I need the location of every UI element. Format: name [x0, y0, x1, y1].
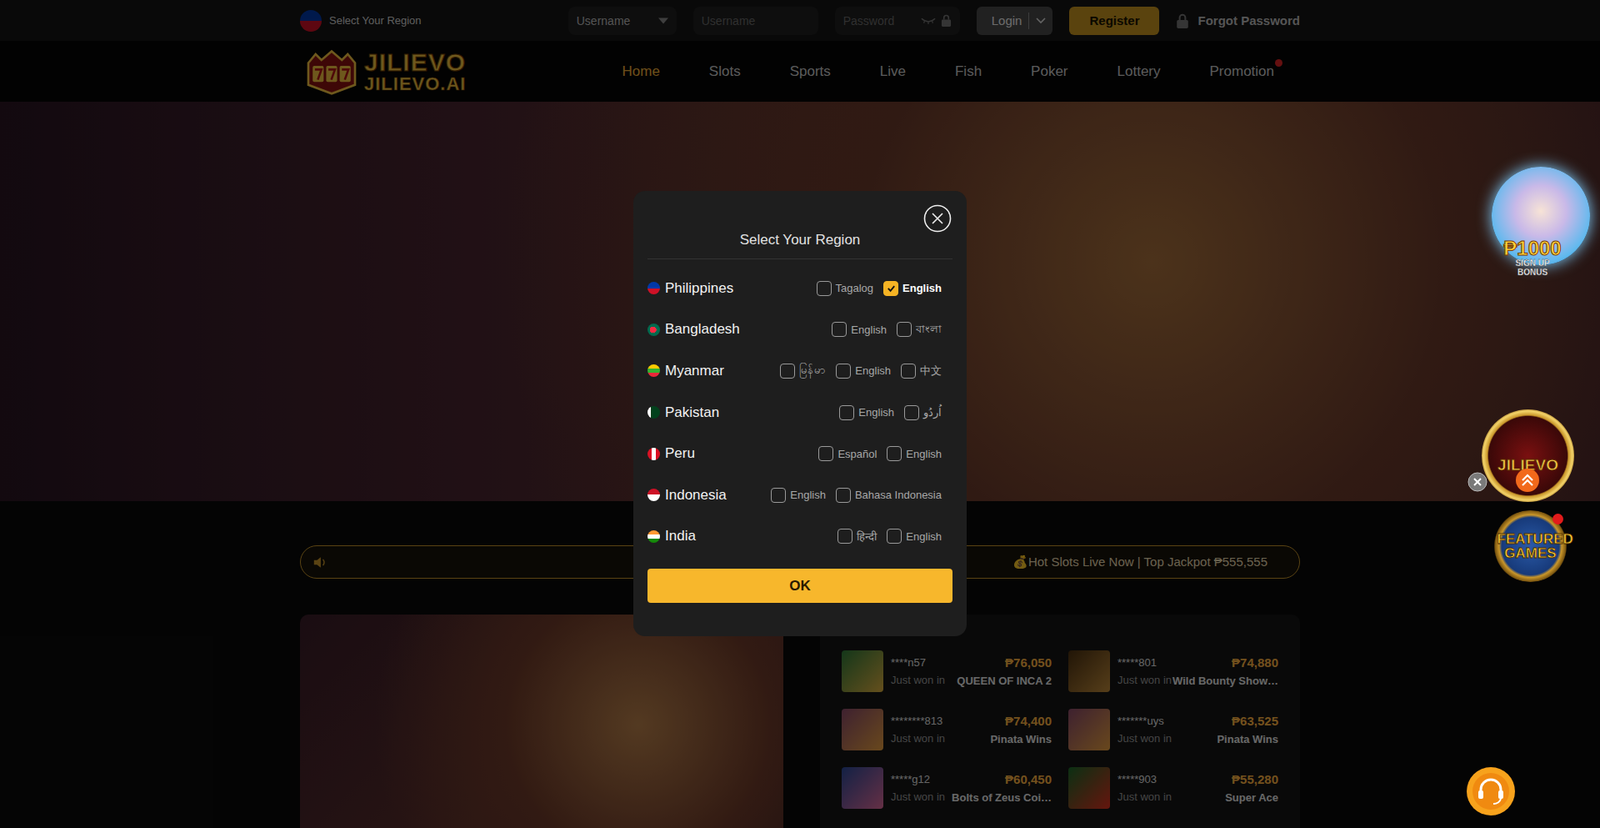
language-option[interactable]: မြန်မာ — [780, 362, 826, 379]
language-label: Bahasa Indonesia — [855, 488, 942, 501]
region-row: Indonesia English Bahasa Indonesia — [633, 474, 967, 516]
language-option[interactable]: বাংলা — [896, 320, 942, 339]
language-option[interactable]: English — [883, 280, 942, 296]
country-flag-icon — [647, 447, 660, 460]
language-checkbox[interactable] — [896, 321, 912, 337]
country-name: Indonesia — [665, 486, 727, 504]
language-checkbox[interactable] — [818, 445, 834, 461]
region-country: Peru — [647, 445, 695, 462]
language-label: বাংলা — [915, 320, 942, 339]
country-flag-icon — [647, 323, 660, 336]
region-country: Myanmar — [647, 362, 725, 380]
language-checkbox[interactable] — [883, 280, 899, 296]
notification-dot — [1552, 513, 1564, 525]
region-row: Bangladesh English বাংলা — [633, 309, 967, 351]
country-flag-icon — [647, 405, 660, 419]
language-checkbox[interactable] — [900, 363, 916, 379]
language-label: English — [905, 447, 942, 460]
scroll-up-arrow-icon[interactable] — [1515, 467, 1540, 493]
ok-button[interactable]: OK — [647, 568, 953, 603]
language-option[interactable]: 中文 — [900, 363, 942, 379]
country-flag-icon — [647, 364, 660, 377]
bonus-amount: ₱1000 — [1503, 238, 1561, 259]
language-option[interactable]: English — [886, 445, 942, 461]
region-row: India हिन्दी English — [633, 515, 967, 558]
customer-support-headset-icon[interactable] — [1465, 765, 1516, 816]
language-label: English — [902, 281, 942, 295]
language-label: English — [790, 488, 826, 501]
language-option[interactable]: Español — [818, 445, 877, 461]
region-row: Philippines Tagalog English — [633, 267, 967, 310]
close-floating-icon[interactable] — [1467, 471, 1488, 492]
language-option[interactable]: English — [831, 321, 887, 337]
country-name: Philippines — [665, 280, 734, 297]
country-name: Bangladesh — [665, 320, 740, 338]
language-checkbox[interactable] — [886, 528, 902, 544]
language-label: Español — [837, 447, 877, 460]
close-icon[interactable] — [923, 204, 952, 233]
language-option[interactable]: اُردُو — [904, 405, 942, 420]
language-option[interactable]: Tagalog — [816, 280, 875, 296]
check-icon — [885, 282, 897, 294]
country-name: Myanmar — [665, 362, 725, 380]
language-label: English — [850, 323, 887, 336]
region-row: Myanmar မြန်မာ English 中文 — [633, 350, 967, 392]
language-checkbox[interactable] — [816, 280, 832, 296]
language-label: English — [858, 405, 895, 419]
language-checkbox[interactable] — [839, 405, 855, 420]
language-option[interactable]: English — [886, 528, 942, 544]
language-options: Tagalog English — [816, 280, 943, 296]
country-flag-icon — [647, 488, 660, 501]
language-options: English اُردُو — [839, 405, 942, 420]
region-country: Philippines — [647, 280, 734, 297]
country-name: Peru — [665, 445, 695, 462]
language-options: Español English — [818, 445, 942, 461]
language-option[interactable]: हिन्दी — [837, 528, 877, 544]
featured-games-button[interactable]: FEATURED GAMES — [1492, 510, 1569, 582]
language-label: Tagalog — [835, 281, 875, 295]
region-dialog: Select Your Region Philippines Tagalog Engl… — [633, 190, 967, 636]
region-country: Pakistan — [647, 404, 720, 421]
language-checkbox[interactable] — [831, 321, 847, 337]
country-name: India — [665, 527, 696, 545]
language-label: မြန်မာ — [799, 362, 826, 379]
region-country: Indonesia — [647, 486, 727, 504]
region-row: Peru Español English — [633, 432, 967, 475]
language-options: English Bahasa Indonesia — [770, 487, 942, 503]
region-country: Bangladesh — [647, 320, 740, 338]
language-label: हिन्दी — [856, 528, 877, 544]
language-label: English — [905, 530, 942, 543]
language-option[interactable]: English — [839, 405, 895, 420]
country-name: Pakistan — [665, 404, 720, 421]
language-option[interactable]: Bahasa Indonesia — [835, 487, 942, 503]
language-options: မြန်မာ English 中文 — [780, 362, 942, 379]
language-checkbox[interactable] — [904, 405, 920, 420]
language-options: English বাংলা — [831, 320, 942, 339]
country-flag-icon — [647, 530, 660, 543]
signup-bonus-widget[interactable]: ₱1000SIGN UP BONUS — [1466, 166, 1599, 287]
bonus-label: SIGN UP BONUS — [1506, 258, 1559, 277]
language-checkbox[interactable] — [780, 363, 795, 379]
featured-label: FEATURED GAMES — [1497, 531, 1565, 560]
language-label: 中文 — [920, 363, 942, 379]
language-checkbox[interactable] — [835, 487, 851, 503]
region-row: Pakistan English اُردُو — [633, 391, 967, 434]
region-country: India — [647, 527, 696, 545]
language-checkbox[interactable] — [886, 445, 902, 461]
language-options: हिन्दी English — [837, 528, 942, 544]
language-checkbox[interactable] — [835, 363, 851, 379]
dialog-title: Select Your Region — [647, 231, 953, 260]
language-checkbox[interactable] — [837, 528, 853, 544]
language-checkbox[interactable] — [770, 487, 786, 503]
language-label: اُردُو — [923, 405, 942, 419]
language-label: English — [855, 364, 891, 377]
language-option[interactable]: English — [835, 363, 891, 379]
language-option[interactable]: English — [770, 487, 826, 503]
country-flag-icon — [647, 281, 660, 295]
